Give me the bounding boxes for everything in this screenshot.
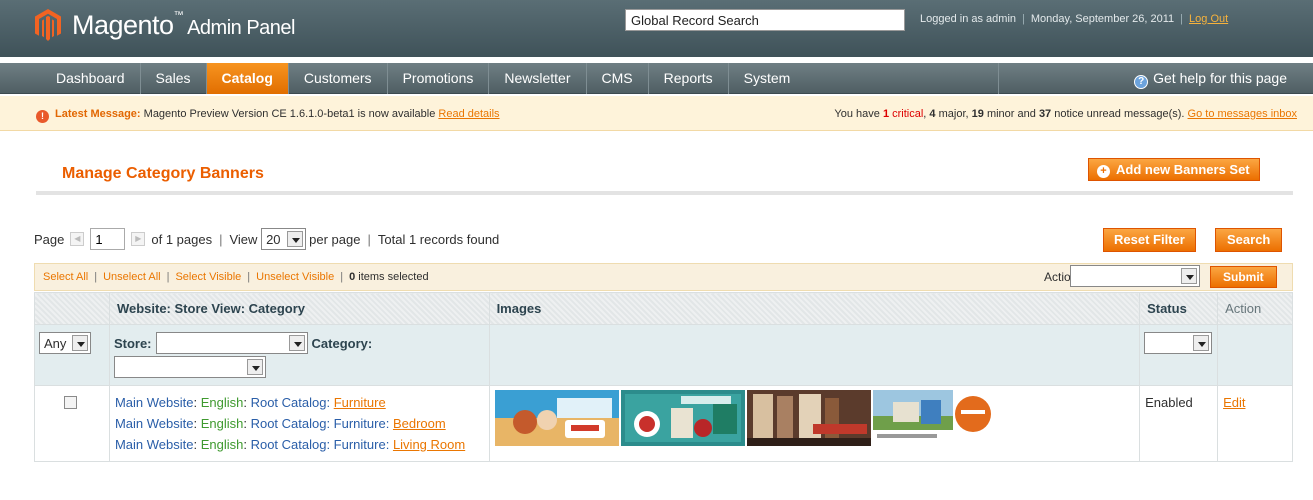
chevron-down-icon: [1181, 268, 1197, 284]
logo-text: Magento™Admin Panel: [72, 9, 295, 40]
unselect-all-link[interactable]: Unselect All: [103, 271, 160, 283]
next-page-icon[interactable]: ▶: [131, 232, 146, 246]
actions-select[interactable]: [1070, 265, 1200, 287]
submit-button[interactable]: Submit: [1210, 266, 1277, 288]
category-filter-label: Category:: [311, 335, 373, 351]
banner-thumbnail[interactable]: [494, 390, 619, 446]
latest-message-label: Latest Message:: [55, 108, 141, 120]
help-icon: ?: [1134, 75, 1149, 89]
message-summary: You have 1 critical, 4 major, 19 minor a…: [834, 108, 1297, 120]
header-category[interactable]: Website: Store View: Category: [108, 292, 490, 325]
status-cell: Enabled: [1139, 385, 1219, 462]
category-path-line: Main Website: English: Root Catalog: Fur…: [114, 437, 466, 452]
latest-message-text: Magento Preview Version CE 1.6.1.0-beta1…: [143, 108, 436, 120]
main-nav: Dashboard Sales Catalog Customers Promotions…: [0, 63, 1313, 94]
page-title: Manage Category Banners: [62, 165, 264, 182]
per-page-select[interactable]: 20: [261, 228, 306, 250]
row-checkbox[interactable]: [64, 396, 77, 409]
nav-item-cms[interactable]: CMS: [587, 63, 649, 94]
global-record-search-input[interactable]: [625, 9, 905, 31]
massaction-filter-select[interactable]: Any: [39, 332, 92, 354]
read-details-link[interactable]: Read details: [438, 108, 499, 120]
user-info: Logged in as admin | Monday, September 26,…: [920, 13, 1229, 25]
grid-filter-row: Any Store: Category:: [34, 324, 1293, 386]
messages-inbox-link[interactable]: Go to messages inbox: [1188, 108, 1297, 120]
nav-item-promotions[interactable]: Promotions: [388, 63, 490, 94]
header-massaction: [34, 292, 110, 325]
nav-item-reports[interactable]: Reports: [649, 63, 729, 94]
current-date: Monday, September 26, 2011: [1030, 13, 1175, 25]
chevron-down-icon: [72, 335, 89, 351]
nav-item-system[interactable]: System: [729, 63, 999, 94]
header-status[interactable]: Status: [1139, 292, 1219, 325]
massaction-bar: Select All | Unselect All | Select Visible | U…: [34, 263, 1293, 291]
pager: Page ◀ ▶ of 1 pages | View 20 per page |…: [34, 228, 499, 250]
table-row[interactable]: Main Website: English: Root Catalog: Fur…: [34, 385, 1293, 462]
magento-logo-icon: [34, 8, 64, 42]
search-button[interactable]: Search: [1215, 228, 1283, 252]
select-visible-link[interactable]: Select Visible: [175, 271, 241, 283]
chevron-down-icon: [286, 231, 303, 247]
header-bar: Magento™Admin Panel Logged in as admin|M…: [0, 0, 1313, 57]
add-banners-set-button[interactable]: + Add new Banners Set: [1088, 158, 1260, 181]
chevron-down-icon: [288, 335, 305, 351]
category-link[interactable]: Furniture: [334, 395, 386, 410]
category-cell: Main Website: English: Root Catalog: Fur…: [108, 385, 490, 462]
notification-bar: ! Latest Message: Magento Preview Version…: [0, 96, 1313, 131]
select-all-link[interactable]: Select All: [43, 271, 88, 283]
prev-page-icon[interactable]: ◀: [70, 232, 85, 246]
chevron-down-icon: [246, 359, 263, 375]
category-path-line: Main Website: English: Root Catalog: Fur…: [114, 395, 386, 410]
plus-icon: +: [1097, 165, 1110, 178]
banners-grid: Website: Store View: Category Images Sta…: [34, 292, 1293, 462]
help-link[interactable]: ? Get help for this page: [1134, 63, 1287, 94]
store-filter-select[interactable]: [155, 332, 308, 354]
banner-thumbnail[interactable]: [872, 390, 997, 446]
nav-item-customers[interactable]: Customers: [289, 63, 388, 94]
nav-item-newsletter[interactable]: Newsletter: [489, 63, 587, 94]
category-link[interactable]: Bedroom: [393, 416, 446, 431]
header-action: Action: [1217, 292, 1293, 325]
header-images[interactable]: Images: [488, 292, 1141, 325]
banner-thumbnails: [494, 390, 1135, 446]
status-filter-select[interactable]: [1144, 332, 1213, 354]
items-selected-count: 0: [349, 271, 356, 283]
nav-item-sales[interactable]: Sales: [141, 63, 207, 94]
category-link[interactable]: Living Room: [393, 437, 465, 452]
store-filter-label: Store:: [113, 335, 152, 351]
category-filter-select[interactable]: [113, 356, 266, 378]
nav-item-dashboard[interactable]: Dashboard: [41, 63, 141, 94]
edit-link[interactable]: Edit: [1223, 395, 1245, 410]
banner-thumbnail[interactable]: [746, 390, 871, 446]
total-records: Total 1 records found: [377, 231, 500, 247]
banner-thumbnail[interactable]: [620, 390, 745, 446]
chevron-down-icon: [1193, 335, 1210, 351]
unselect-visible-link[interactable]: Unselect Visible: [256, 271, 334, 283]
alert-icon: !: [36, 110, 49, 123]
logged-in-text: Logged in as admin: [920, 13, 1017, 25]
reset-filter-button[interactable]: Reset Filter: [1103, 228, 1196, 252]
nav-item-catalog[interactable]: Catalog: [206, 63, 289, 94]
category-path-line: Main Website: English: Root Catalog: Fur…: [114, 416, 446, 431]
images-cell: [488, 385, 1141, 462]
page-number-input[interactable]: [90, 228, 126, 250]
magento-logo[interactable]: Magento™Admin Panel: [34, 8, 295, 42]
grid-header-row: Website: Store View: Category Images Sta…: [34, 292, 1293, 325]
logout-link[interactable]: Log Out: [1189, 13, 1228, 25]
